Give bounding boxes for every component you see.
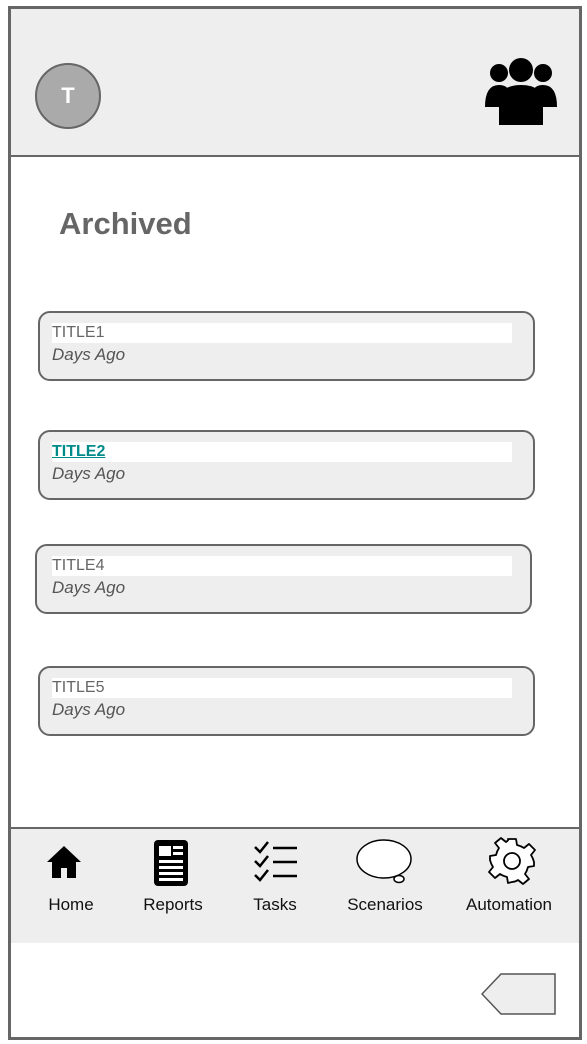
item-title[interactable]: TITLE4 bbox=[52, 556, 512, 576]
item-subtitle: Days Ago bbox=[52, 345, 126, 364]
bottom-navigation: Home Reports Tasks Scenarios Automation bbox=[11, 827, 579, 945]
group-people-icon[interactable] bbox=[485, 57, 557, 125]
nav-item-tasks[interactable]: Tasks bbox=[235, 829, 315, 943]
user-avatar[interactable]: T bbox=[35, 63, 101, 129]
gear-icon bbox=[488, 837, 536, 885]
speech-bubble-icon bbox=[356, 839, 412, 884]
nav-label-automation: Automation bbox=[466, 895, 552, 914]
list-item-selected[interactable]: TITLE2 Days Ago bbox=[38, 430, 535, 500]
item-title[interactable]: TITLE1 bbox=[52, 323, 512, 343]
document-icon bbox=[154, 840, 188, 886]
item-subtitle: Days Ago bbox=[52, 700, 126, 719]
item-subtitle: Days Ago bbox=[52, 464, 126, 483]
nav-label-reports: Reports bbox=[143, 895, 203, 914]
nav-label-tasks: Tasks bbox=[253, 895, 297, 914]
nav-item-automation[interactable]: Automation bbox=[457, 829, 561, 943]
item-subtitle: Days Ago bbox=[52, 578, 126, 597]
list-item[interactable]: TITLE5 Days Ago bbox=[38, 666, 535, 736]
list-item[interactable]: TITLE1 Days Ago bbox=[38, 311, 535, 381]
nav-item-scenarios[interactable]: Scenarios bbox=[337, 829, 433, 943]
app-header: T bbox=[11, 9, 579, 157]
back-arrow-icon[interactable] bbox=[481, 973, 557, 1015]
nav-label-home: Home bbox=[48, 895, 94, 914]
item-title-link[interactable]: TITLE2 bbox=[52, 442, 512, 462]
phone-frame: T Archived TITLE1 Days Ago TITLE2 Days A… bbox=[8, 6, 582, 1040]
page-title: Archived bbox=[59, 206, 192, 241]
home-icon bbox=[47, 846, 81, 878]
nav-item-home[interactable]: Home bbox=[31, 829, 111, 943]
nav-item-reports[interactable]: Reports bbox=[133, 829, 213, 943]
list-item[interactable]: TITLE4 Days Ago bbox=[35, 544, 532, 614]
avatar-initial: T bbox=[61, 83, 75, 108]
item-title[interactable]: TITLE5 bbox=[52, 678, 512, 698]
nav-label-scenarios: Scenarios bbox=[347, 895, 423, 914]
checklist-icon bbox=[254, 841, 297, 882]
system-bar bbox=[11, 943, 579, 1037]
